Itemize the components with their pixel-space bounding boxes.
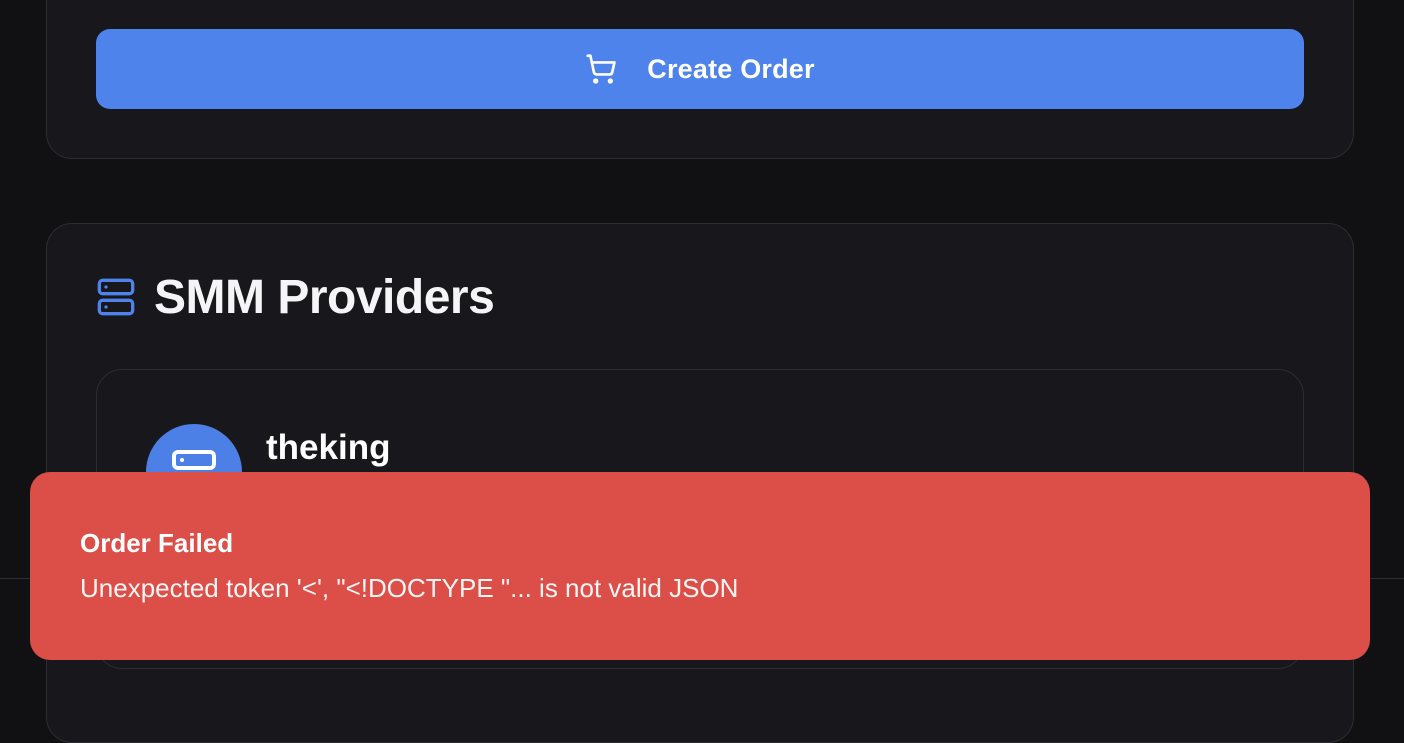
- create-order-label: Create Order: [647, 53, 815, 84]
- toast-message: Unexpected token '<', "<!DOCTYPE "... is…: [80, 573, 739, 603]
- toast-title: Order Failed: [80, 528, 234, 558]
- shopping-cart-icon: [585, 53, 617, 85]
- create-order-button[interactable]: Create Order: [96, 29, 1304, 109]
- error-toast[interactable]: Order Failed Unexpected token '<', "<!DO…: [30, 472, 1370, 660]
- provider-name: theking: [266, 428, 391, 467]
- section-title: SMM Providers: [154, 270, 495, 324]
- server-icon: [96, 277, 136, 317]
- providers-header: SMM Providers: [96, 268, 495, 326]
